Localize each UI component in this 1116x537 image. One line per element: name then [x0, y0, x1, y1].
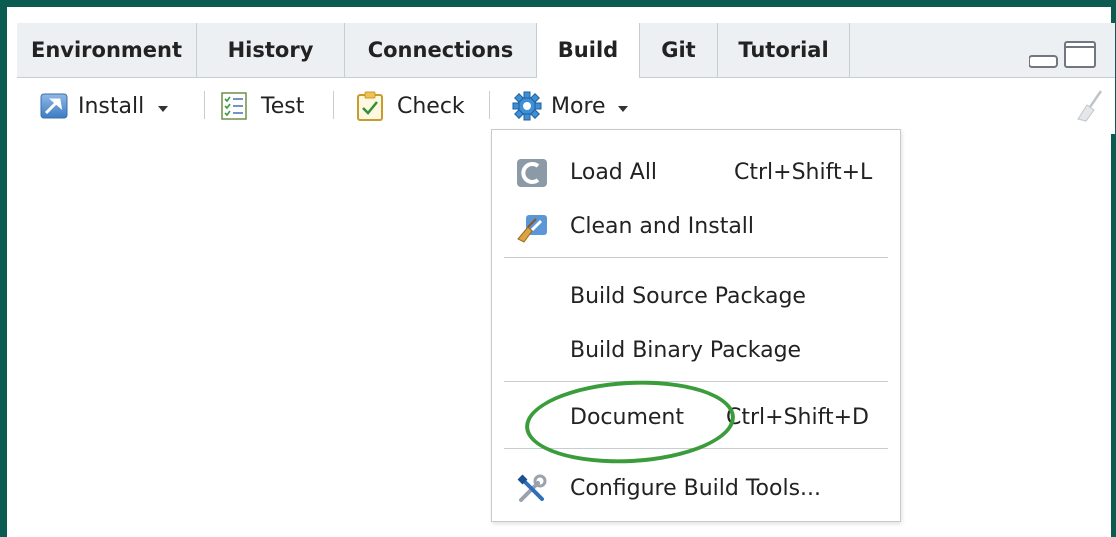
toolbar-divider	[333, 91, 334, 119]
check-clipboard-icon	[357, 91, 383, 121]
menu-item-build-source-package[interactable]: Build Source Package	[492, 272, 900, 322]
tab-git[interactable]: Git	[640, 23, 718, 77]
menu-item-build-binary-package[interactable]: Build Binary Package	[492, 326, 900, 376]
test-label: Test	[261, 93, 305, 119]
maximize-icon[interactable]	[1064, 41, 1096, 68]
more-dropdown-menu: Load All Ctrl+Shift+L Clean and Install …	[491, 129, 901, 522]
menu-item-configure-build-tools[interactable]: Configure Build Tools...	[492, 464, 900, 514]
test-button[interactable]: Test	[220, 78, 304, 134]
menu-item-label: Configure Build Tools...	[570, 476, 822, 501]
install-label: Install	[78, 93, 145, 119]
configure-tools-icon	[517, 474, 547, 502]
menu-item-label: Build Binary Package	[570, 338, 802, 363]
tab-bar: Environment History Connections Build Gi…	[17, 23, 1115, 78]
menu-separator	[504, 381, 888, 382]
tab-history[interactable]: History	[197, 23, 345, 77]
menu-separator	[504, 257, 888, 258]
clear-broom-button[interactable]	[1075, 78, 1105, 134]
install-button[interactable]: Install	[39, 78, 169, 134]
menu-item-label: Build Source Package	[570, 284, 806, 309]
menu-item-load-all[interactable]: Load All Ctrl+Shift+L	[492, 148, 900, 198]
tab-environment[interactable]: Environment	[17, 23, 197, 77]
more-dropdown-icon	[617, 97, 628, 116]
install-dropdown-icon[interactable]	[158, 97, 169, 116]
broom-icon	[1077, 90, 1103, 122]
build-toolbar: Install Test Check More	[17, 78, 1115, 134]
toolbar-divider	[204, 91, 205, 119]
load-all-icon	[517, 159, 547, 187]
gear-icon	[512, 91, 542, 121]
menu-item-shortcut: Ctrl+Shift+L	[734, 160, 873, 185]
menu-item-shortcut: Ctrl+Shift+D	[726, 405, 869, 430]
menu-item-clean-and-install[interactable]: Clean and Install	[492, 202, 900, 252]
menu-item-label: Clean and Install	[570, 214, 755, 239]
check-label: Check	[397, 93, 465, 119]
menu-item-label: Load All	[570, 160, 658, 185]
install-icon	[40, 93, 68, 119]
clean-install-icon	[517, 215, 547, 243]
window-controls	[1028, 40, 1099, 74]
more-button[interactable]: More	[511, 78, 628, 134]
toolbar-divider	[489, 91, 490, 119]
check-button[interactable]: Check	[355, 78, 465, 134]
more-label: More	[551, 93, 606, 119]
tab-build[interactable]: Build	[537, 23, 640, 78]
test-checklist-icon	[221, 92, 247, 120]
minimize-icon[interactable]	[1028, 55, 1058, 68]
tab-tutorial[interactable]: Tutorial	[718, 23, 850, 77]
tab-connections[interactable]: Connections	[345, 23, 537, 77]
